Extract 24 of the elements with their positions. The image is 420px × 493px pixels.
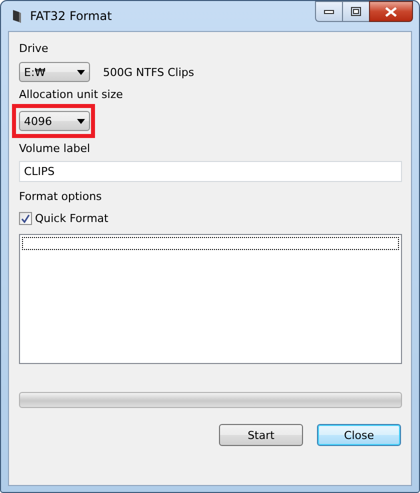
start-button[interactable]: Start — [219, 424, 303, 446]
log-list[interactable] — [19, 234, 402, 364]
drive-description: 500G NTFS Clips — [103, 66, 194, 78]
check-icon — [21, 214, 30, 223]
checkbox[interactable] — [19, 212, 32, 225]
minimize-icon — [324, 10, 334, 14]
field-label: Volume label — [19, 142, 92, 155]
section-label: Format options — [19, 190, 103, 203]
checkbox-label[interactable]: Quick Format — [35, 212, 108, 225]
maximize-icon — [351, 7, 361, 16]
caret-icon — [77, 118, 85, 124]
close-button[interactable] — [369, 1, 413, 22]
field-label: Allocation unit size — [19, 88, 124, 101]
input-field[interactable]: CLIPS — [19, 161, 402, 182]
dropdown[interactable]: E:₩ — [19, 62, 90, 82]
minimize-button[interactable] — [315, 1, 342, 22]
caret-icon — [77, 70, 85, 74]
maximize-button[interactable] — [342, 1, 369, 22]
window-title: FAT32 Format — [30, 9, 112, 23]
close-icon — [385, 6, 397, 16]
window-icon — [12, 9, 22, 23]
dropdown[interactable]: 4096 — [19, 111, 90, 131]
close-dialog-button[interactable]: Close — [317, 424, 401, 446]
field-label: Drive — [19, 42, 50, 55]
